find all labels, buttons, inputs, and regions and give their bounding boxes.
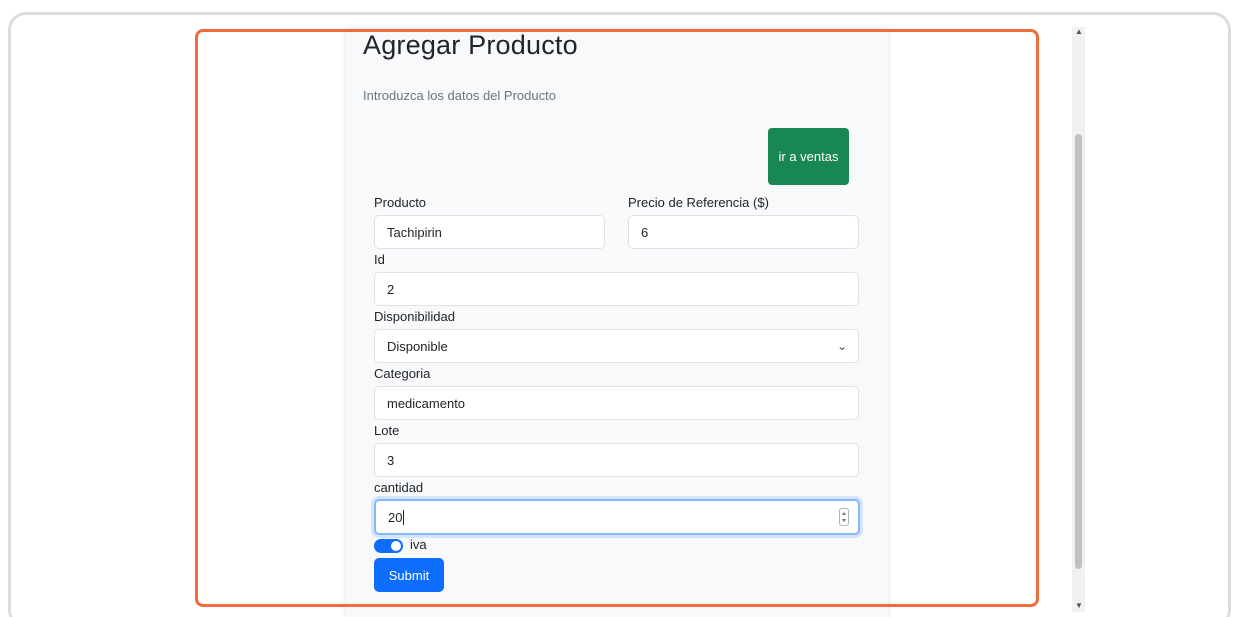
- precio-value: 6: [641, 224, 649, 240]
- id-value: 2: [387, 281, 395, 297]
- cantidad-input[interactable]: 20: [374, 499, 860, 535]
- producto-label: Producto: [374, 195, 427, 210]
- toggle-knob: [391, 541, 401, 551]
- lote-input[interactable]: 3: [374, 443, 859, 477]
- form-subtitle: Introduzca los datos del Producto: [363, 88, 556, 103]
- categoria-label: Categoria: [374, 366, 431, 381]
- iva-toggle[interactable]: [374, 539, 403, 553]
- iva-label: iva: [410, 537, 427, 552]
- page-title: Agregar Producto: [363, 30, 578, 60]
- chevron-down-icon: ⌄: [836, 339, 847, 353]
- disponibilidad-label: Disponibilidad: [374, 309, 455, 324]
- arrow-down-icon[interactable]: ▼: [1075, 601, 1083, 610]
- producto-input[interactable]: Tachipirin: [374, 215, 605, 249]
- categoria-value: medicamento: [387, 395, 466, 411]
- disponibilidad-select[interactable]: Disponible ⌄: [374, 329, 859, 363]
- cantidad-label: cantidad: [374, 480, 424, 495]
- lote-label: Lote: [374, 423, 400, 438]
- cantidad-value: 20: [388, 509, 403, 525]
- page-scrollbar[interactable]: ▲ ▼: [1072, 27, 1085, 612]
- product-form-card: Agregar Producto Introduzca los datos de…: [346, 29, 888, 617]
- submit-button[interactable]: Submit: [374, 558, 444, 592]
- lote-value: 3: [387, 452, 395, 468]
- precio-label: Precio de Referencia ($): [628, 195, 769, 210]
- scroll-thumb[interactable]: [1075, 134, 1082, 569]
- arrow-up-icon[interactable]: ▲: [1075, 27, 1083, 36]
- categoria-input[interactable]: medicamento: [374, 386, 859, 420]
- precio-input[interactable]: 6: [628, 215, 859, 249]
- disponibilidad-value: Disponible: [387, 338, 448, 354]
- producto-value: Tachipirin: [387, 224, 442, 240]
- spinner-icon[interactable]: [839, 508, 849, 526]
- text-caret: [403, 509, 405, 525]
- id-label: Id: [374, 252, 385, 267]
- go-to-sales-button[interactable]: ir a ventas: [768, 128, 849, 185]
- id-input[interactable]: 2: [374, 272, 859, 306]
